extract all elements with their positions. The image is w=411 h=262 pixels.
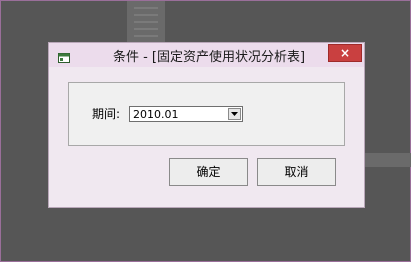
ok-button[interactable]: 确定: [169, 158, 248, 186]
condition-dialog: 条件 - [固定资产使用状况分析表] × 期间: 2010.01 确定 取消: [48, 42, 365, 208]
dialog-title: 条件 - [固定资产使用状况分析表]: [112, 50, 306, 65]
background-row: [134, 21, 158, 23]
chevron-down-icon: [231, 112, 238, 116]
background-panel-fragment: [357, 153, 411, 167]
dialog-titlebar[interactable]: 条件 - [固定资产使用状况分析表] ×: [49, 43, 364, 67]
background-row: [134, 14, 158, 16]
cancel-button[interactable]: 取消: [257, 158, 336, 186]
period-select[interactable]: 2010.01: [129, 106, 243, 122]
period-value: 2010.01: [133, 108, 179, 121]
close-icon: ×: [339, 46, 351, 60]
close-button[interactable]: ×: [328, 44, 362, 62]
background-row: [134, 35, 158, 37]
period-dropdown-button[interactable]: [228, 108, 241, 120]
window-icon: [58, 49, 70, 63]
background-row: [134, 28, 158, 30]
period-label: 期间:: [92, 107, 121, 121]
screen-background: 条件 - [固定资产使用状况分析表] × 期间: 2010.01 确定 取消: [0, 0, 411, 262]
period-group: 期间: 2010.01: [68, 82, 345, 146]
background-row: [134, 7, 158, 9]
